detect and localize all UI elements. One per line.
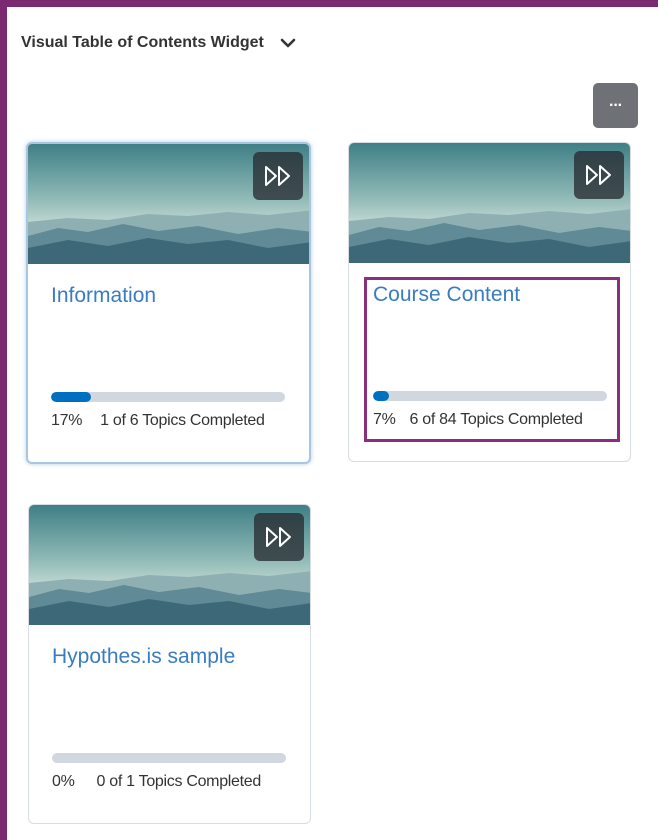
progress-bar [373, 391, 607, 401]
topics-completed: 1 of 6 Topics Completed [100, 412, 265, 429]
card-title[interactable]: Course Content [373, 283, 520, 307]
progress-text: 7% 6 of 84 Topics Completed [373, 411, 583, 429]
widget-title: Visual Table of Contents Widget [21, 34, 264, 51]
widget-header: Visual Table of Contents Widget [21, 33, 298, 53]
progress-text: 0% 0 of 1 Topics Completed [52, 773, 261, 791]
topics-completed: 6 of 84 Topics Completed [409, 411, 583, 428]
progress-fill [373, 391, 390, 401]
ellipsis-icon: ··· [609, 96, 623, 114]
play-icon[interactable] [574, 151, 624, 199]
progress-bar [51, 392, 285, 402]
more-options-button[interactable]: ··· [593, 83, 638, 128]
progress-bar [52, 753, 286, 763]
progress-percent: 0% [52, 773, 75, 790]
progress-text: 17% 1 of 6 Topics Completed [51, 412, 265, 430]
card-image [349, 143, 630, 263]
card-title[interactable]: Hypothes.is sample [52, 645, 235, 669]
module-card-information[interactable]: Information 17% 1 of 6 Topics Completed [26, 142, 311, 464]
play-icon[interactable] [253, 152, 303, 200]
card-image [29, 505, 310, 625]
card-title[interactable]: Information [51, 284, 156, 308]
progress-percent: 17% [51, 412, 83, 429]
module-card-course-content[interactable]: Course Content 7% 6 of 84 Topics Complete… [348, 142, 631, 462]
module-card-hypothesis-sample[interactable]: Hypothes.is sample 0% 0 of 1 Topics Compl… [28, 504, 311, 824]
topics-completed: 0 of 1 Topics Completed [96, 773, 262, 790]
chevron-down-icon[interactable] [278, 33, 298, 53]
progress-fill [51, 392, 91, 402]
play-icon[interactable] [254, 513, 304, 561]
card-image [28, 144, 309, 264]
progress-percent: 7% [373, 411, 396, 428]
